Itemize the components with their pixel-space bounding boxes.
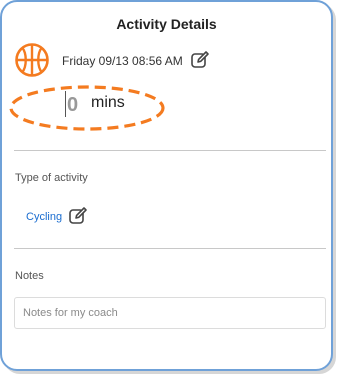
notes-input[interactable] <box>14 297 326 329</box>
divider <box>14 248 326 249</box>
text-caret <box>65 91 66 117</box>
duration-field: mins <box>7 84 167 134</box>
activity-details-card: Activity Details Friday 09/13 08:56 AM m… <box>0 0 333 371</box>
page-title: Activity Details <box>116 16 217 32</box>
edit-datetime-icon[interactable] <box>190 50 210 70</box>
annotation-oval <box>9 85 165 131</box>
duration-unit: mins <box>91 94 125 111</box>
edit-activity-type-icon[interactable] <box>68 206 88 226</box>
duration-input[interactable] <box>67 93 87 117</box>
basketball-icon <box>15 43 49 77</box>
divider <box>14 150 326 151</box>
activity-type-label: Type of activity <box>15 172 88 184</box>
activity-datetime: Friday 09/13 08:56 AM <box>62 54 183 68</box>
notes-label: Notes <box>15 270 44 282</box>
activity-type-value[interactable]: Cycling <box>26 211 62 223</box>
